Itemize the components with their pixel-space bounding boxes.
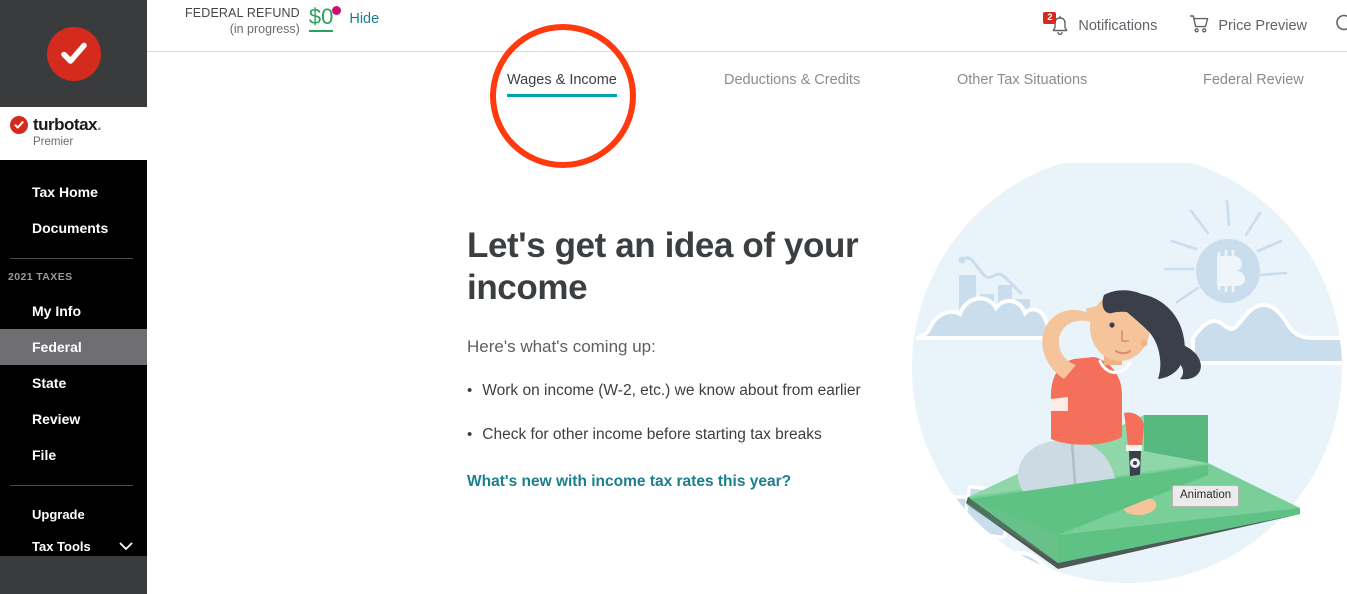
birds-decoration xyxy=(1236,541,1316,577)
brand-dot: . xyxy=(97,115,102,134)
price-preview-label: Price Preview xyxy=(1218,18,1307,34)
refund-title: FEDERAL REFUND xyxy=(185,6,300,20)
tab-other-tax-situations[interactable]: Other Tax Situations xyxy=(957,72,1087,88)
brand-block: turbotax. Premier xyxy=(0,107,147,160)
bullet-dot-icon: • xyxy=(467,426,473,443)
turbotax-check-icon xyxy=(46,26,101,81)
sidebar-item-upgrade[interactable]: Upgrade xyxy=(0,498,147,530)
tab-label: Federal Review xyxy=(1203,72,1304,88)
list-item: • Work on income (W-2, etc.) we know abo… xyxy=(467,381,907,401)
tab-label: Other Tax Situations xyxy=(957,72,1088,88)
sidebar-nav: Tax Home Documents 2021 TAXES My Info Fe… xyxy=(0,160,147,562)
search-icon xyxy=(1333,13,1347,39)
sidebar-divider-bottom xyxy=(10,485,133,486)
bitcoin-sun-icon xyxy=(1196,239,1260,303)
federal-refund-group: FEDERAL REFUND (in progress) $0 Hide xyxy=(185,4,379,37)
refund-status: (in progress) xyxy=(229,22,300,36)
sidebar-item-tax-home[interactable]: Tax Home xyxy=(0,174,147,210)
sidebar-item-label: File xyxy=(32,447,57,463)
sidebar-item-my-info[interactable]: My Info xyxy=(0,293,147,329)
brand-name: turbotax xyxy=(33,115,98,134)
price-preview-button[interactable]: Price Preview xyxy=(1189,14,1307,38)
cart-icon xyxy=(1189,14,1210,38)
refund-update-dot-icon xyxy=(332,6,342,15)
notifications-label: Notifications xyxy=(1078,18,1158,34)
sidebar-item-state[interactable]: State xyxy=(0,365,147,401)
sidebar-item-documents[interactable]: Documents xyxy=(0,210,147,246)
tab-label: Wages & Income xyxy=(507,72,617,88)
sidebar-item-label: Tax Home xyxy=(32,184,98,200)
bell-icon: 2 xyxy=(1043,12,1070,37)
brand-edition: Premier xyxy=(33,136,74,148)
tab-wages-and-income[interactable]: Wages & Income xyxy=(507,72,617,97)
active-tab-underline xyxy=(507,94,617,97)
list-item-label: Work on income (W-2, etc.) we know about… xyxy=(482,382,861,399)
tab-label: Deductions & Credits xyxy=(724,72,861,88)
search-button[interactable] xyxy=(1333,13,1347,39)
sidebar-item-label: Federal xyxy=(32,339,82,355)
tab-deductions-and-credits[interactable]: Deductions & Credits xyxy=(724,72,860,88)
sidebar-footer xyxy=(0,556,147,594)
sidebar-divider-top xyxy=(10,258,133,259)
sidebar-item-label: My Info xyxy=(32,303,81,319)
income-illustration xyxy=(908,163,1347,594)
sidebar-item-label: Documents xyxy=(32,220,109,236)
sidebar-item-review[interactable]: Review xyxy=(0,401,147,437)
tab-federal-review[interactable]: Federal Review xyxy=(1203,72,1304,88)
topbar-actions: 2 Notifications Price Preview xyxy=(1043,0,1347,52)
main-content: Let's get an idea of your income Here's … xyxy=(467,225,907,491)
sidebar-item-label: Tax Tools xyxy=(32,538,91,554)
topbar: FEDERAL REFUND (in progress) $0 Hide 2 N… xyxy=(147,0,1347,52)
sidebar-item-label: State xyxy=(32,375,67,391)
hide-refund-button[interactable]: Hide xyxy=(349,4,379,27)
notifications-badge: 2 xyxy=(1043,12,1057,24)
tab-navigation: Wages & Income Deductions & Credits Othe… xyxy=(147,52,1347,118)
list-item: • Check for other income before starting… xyxy=(467,425,907,445)
sidebar-section-label: 2021 TAXES xyxy=(8,271,73,283)
list-item-label: Check for other income before starting t… xyxy=(482,426,822,443)
sidebar-item-label: Upgrade xyxy=(32,506,85,522)
bullet-dot-icon: • xyxy=(467,382,473,399)
sidebar-item-federal[interactable]: Federal xyxy=(0,329,147,365)
notifications-button[interactable]: 2 Notifications xyxy=(1043,12,1158,37)
whats-new-link[interactable]: What's new with income tax rates this ye… xyxy=(467,473,791,491)
sidebar: turbotax. Premier Tax Home Documents 202… xyxy=(0,0,147,594)
sidebar-logo-block xyxy=(0,0,147,107)
page-title: Let's get an idea of your income xyxy=(467,226,859,307)
subtitle: Here's what's coming up: xyxy=(467,337,656,356)
sidebar-item-file[interactable]: File xyxy=(0,437,147,473)
animation-tooltip: Animation xyxy=(1172,485,1240,507)
refund-amount: $0 xyxy=(308,4,334,32)
chevron-down-icon xyxy=(119,542,133,551)
sidebar-item-label: Review xyxy=(32,411,81,427)
brand-check-icon xyxy=(10,116,28,134)
